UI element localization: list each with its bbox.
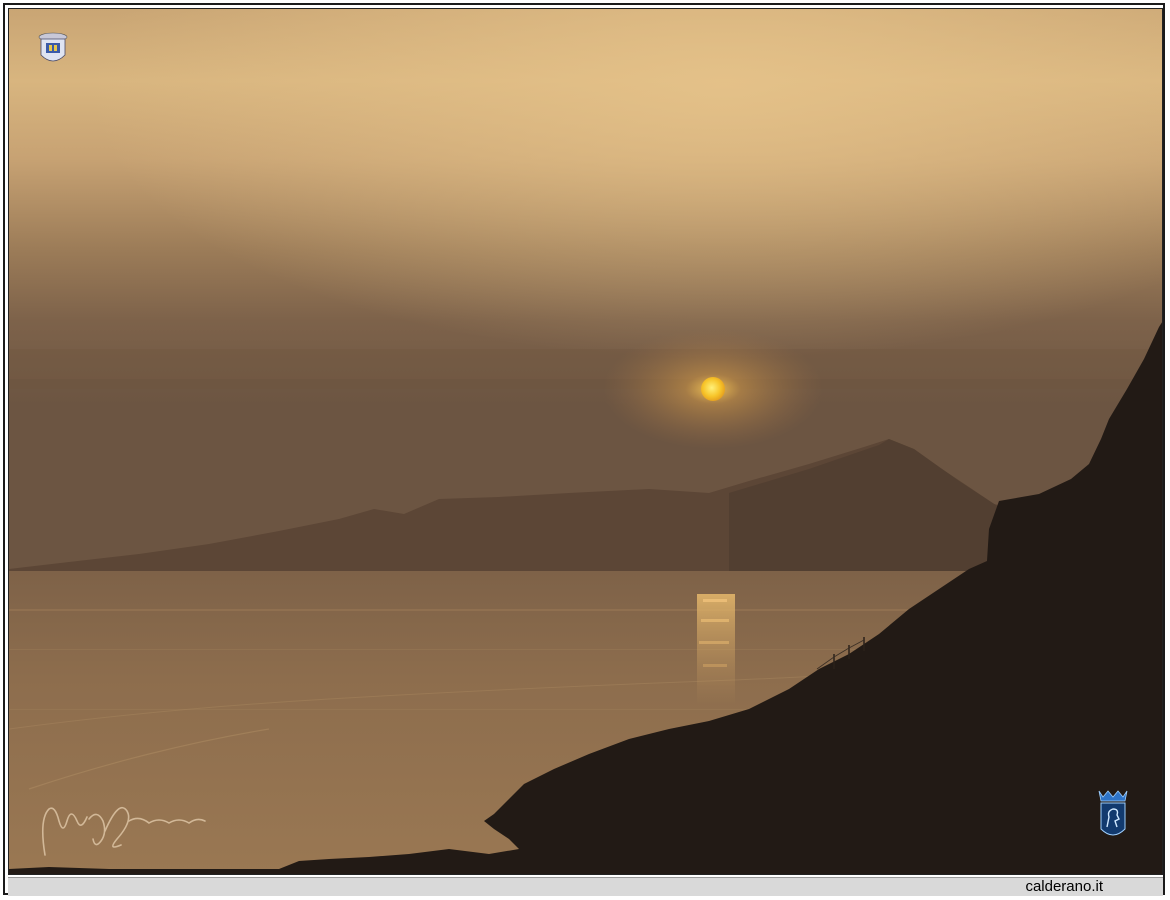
lion-shield-logo-icon [1098, 790, 1128, 836]
sun-reflection [697, 594, 735, 704]
sun-reflection-streak [703, 664, 727, 667]
sun-reflection-streak [699, 641, 729, 644]
sunset-photo [8, 8, 1163, 875]
sun-reflection-streak [703, 599, 727, 602]
sun-reflection-streak [701, 619, 729, 622]
caption-bar: calderano.it [8, 877, 1163, 896]
site-watermark-label[interactable]: calderano.it [1025, 878, 1103, 896]
sun [701, 377, 725, 401]
crest-logo-icon [38, 32, 68, 62]
